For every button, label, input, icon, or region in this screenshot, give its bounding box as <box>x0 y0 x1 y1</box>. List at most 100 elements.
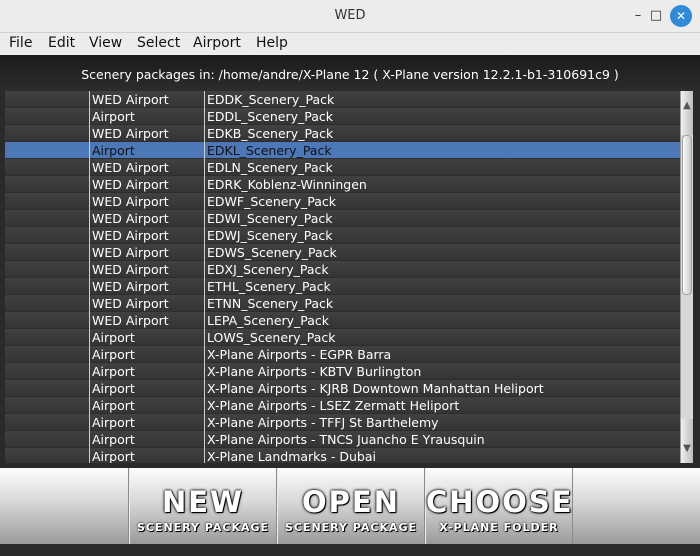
table-row[interactable]: Airport X-Plane Landmarks - Dubai <box>5 448 680 463</box>
menu-airport[interactable]: Airport <box>193 35 241 51</box>
menu-file[interactable]: File <box>9 35 32 51</box>
table-row[interactable]: Airport X-Plane Airports - TNCS Juancho E… <box>5 431 680 448</box>
column-divider <box>204 448 205 463</box>
table-row[interactable]: Airport EDKL_Scenery_Pack <box>5 142 680 159</box>
package-type: WED Airport <box>92 262 169 277</box>
package-type: WED Airport <box>92 228 169 243</box>
menu-view[interactable]: View <box>89 35 122 51</box>
column-divider <box>89 397 90 414</box>
column-divider <box>204 278 205 295</box>
package-type: WED Airport <box>92 245 169 260</box>
table-row[interactable]: WED Airport ETHL_Scenery_Pack <box>5 278 680 295</box>
table-row[interactable]: Airport X-Plane Airports - KBTV Burlingto… <box>5 363 680 380</box>
package-name: EDKB_Scenery_Pack <box>207 126 334 141</box>
column-divider <box>204 346 205 363</box>
column-divider <box>204 193 205 210</box>
column-divider <box>89 414 90 431</box>
package-name: X-Plane Landmarks - Dubai <box>207 449 376 463</box>
table-row[interactable]: Airport LOWS_Scenery_Pack <box>5 329 680 346</box>
choose-button-subtitle: X-PLANE FOLDER <box>439 521 559 534</box>
package-type: WED Airport <box>92 194 169 209</box>
maximize-icon[interactable]: □ <box>645 5 667 27</box>
menu-bar: File Edit View Select Airport Help <box>0 33 700 55</box>
bottom-strip <box>0 544 700 556</box>
scroll-up-icon[interactable]: ▲ <box>681 91 693 135</box>
menu-select[interactable]: Select <box>137 35 180 51</box>
column-divider <box>204 261 205 278</box>
column-divider <box>204 159 205 176</box>
choose-button-title: CHOOSE <box>426 485 574 519</box>
new-scenery-package-button[interactable]: NEW SCENERY PACKAGE <box>129 468 277 544</box>
choose-xplane-folder-button[interactable]: CHOOSE X-PLANE FOLDER <box>425 468 573 544</box>
column-divider <box>204 397 205 414</box>
footer-spacer-left <box>0 468 129 544</box>
package-name: EDKL_Scenery_Pack <box>207 143 332 158</box>
column-divider <box>204 210 205 227</box>
package-name: EDWS_Scenery_Pack <box>207 245 337 260</box>
table-row[interactable]: Airport X-Plane Airports - KJRB Downtown … <box>5 380 680 397</box>
open-scenery-package-button[interactable]: OPEN SCENERY PACKAGE <box>277 468 425 544</box>
table-row[interactable]: Airport X-Plane Airports - TFFJ St Barthe… <box>5 414 680 431</box>
package-name: EDXJ_Scenery_Pack <box>207 262 329 277</box>
package-type: WED Airport <box>92 160 169 175</box>
column-divider <box>204 142 205 159</box>
table-row[interactable]: Airport EDDL_Scenery_Pack <box>5 108 680 125</box>
column-divider <box>204 227 205 244</box>
table-row[interactable]: WED Airport EDKB_Scenery_Pack <box>5 125 680 142</box>
new-button-subtitle: SCENERY PACKAGE <box>136 521 270 534</box>
column-divider <box>89 91 90 108</box>
package-name: X-Plane Airports - KBTV Burlington <box>207 364 422 379</box>
table-row[interactable]: WED Airport EDRK_Koblenz-Winningen <box>5 176 680 193</box>
package-type: Airport <box>92 109 135 124</box>
package-name: ETNN_Scenery_Pack <box>207 296 334 311</box>
menu-edit[interactable]: Edit <box>48 35 75 51</box>
package-type: Airport <box>92 432 135 447</box>
column-divider <box>89 142 90 159</box>
column-divider <box>89 210 90 227</box>
column-divider <box>89 108 90 125</box>
scenery-path-header: Scenery packages in: /home/andre/X-Plane… <box>0 55 700 91</box>
table-row[interactable]: WED Airport EDWJ_Scenery_Pack <box>5 227 680 244</box>
package-type: WED Airport <box>92 313 169 328</box>
table-row[interactable]: WED Airport ETNN_Scenery_Pack <box>5 295 680 312</box>
column-divider <box>89 278 90 295</box>
column-divider <box>89 261 90 278</box>
scroll-thumb[interactable] <box>682 135 692 295</box>
scroll-down-icon[interactable]: ▼ <box>681 419 693 463</box>
package-type: Airport <box>92 449 135 463</box>
table-row[interactable]: WED Airport EDDK_Scenery_Pack <box>5 91 680 108</box>
package-name: LEPA_Scenery_Pack <box>207 313 330 328</box>
table-row[interactable]: Airport X-Plane Airports - EGPR Barra <box>5 346 680 363</box>
table-row[interactable]: WED Airport EDWF_Scenery_Pack <box>5 193 680 210</box>
table-row[interactable]: WED Airport EDWI_Scenery_Pack <box>5 210 680 227</box>
column-divider <box>89 159 90 176</box>
package-type: Airport <box>92 330 135 345</box>
scenery-path-text: Scenery packages in: /home/andre/X-Plane… <box>81 67 619 82</box>
package-type: WED Airport <box>92 211 169 226</box>
table-row[interactable]: WED Airport EDWS_Scenery_Pack <box>5 244 680 261</box>
package-name: ETHL_Scenery_Pack <box>207 279 331 294</box>
table-row[interactable]: Airport X-Plane Airports - LSEZ Zermatt H… <box>5 397 680 414</box>
window-title: WED <box>334 8 366 23</box>
scrollbar[interactable]: ▲ ▼ <box>680 91 693 463</box>
table-row[interactable]: WED Airport EDXJ_Scenery_Pack <box>5 261 680 278</box>
column-divider <box>204 108 205 125</box>
package-type: Airport <box>92 347 135 362</box>
column-divider <box>89 363 90 380</box>
package-type: WED Airport <box>92 279 169 294</box>
column-divider <box>204 295 205 312</box>
package-name: EDWF_Scenery_Pack <box>207 194 336 209</box>
close-icon[interactable]: ✕ <box>670 5 692 27</box>
column-divider <box>204 329 205 346</box>
scenery-package-list[interactable]: WED Airport EDDK_Scenery_Pack Airport EDDL_… <box>5 91 680 463</box>
table-row[interactable]: WED Airport EDLN_Scenery_Pack <box>5 159 680 176</box>
table-row[interactable]: WED Airport LEPA_Scenery_Pack <box>5 312 680 329</box>
package-type: Airport <box>92 398 135 413</box>
open-button-subtitle: SCENERY PACKAGE <box>284 521 418 534</box>
column-divider <box>204 431 205 448</box>
package-type: WED Airport <box>92 177 169 192</box>
column-divider <box>89 125 90 142</box>
package-name: EDDL_Scenery_Pack <box>207 109 334 124</box>
column-divider <box>89 312 90 329</box>
menu-help[interactable]: Help <box>256 35 288 51</box>
